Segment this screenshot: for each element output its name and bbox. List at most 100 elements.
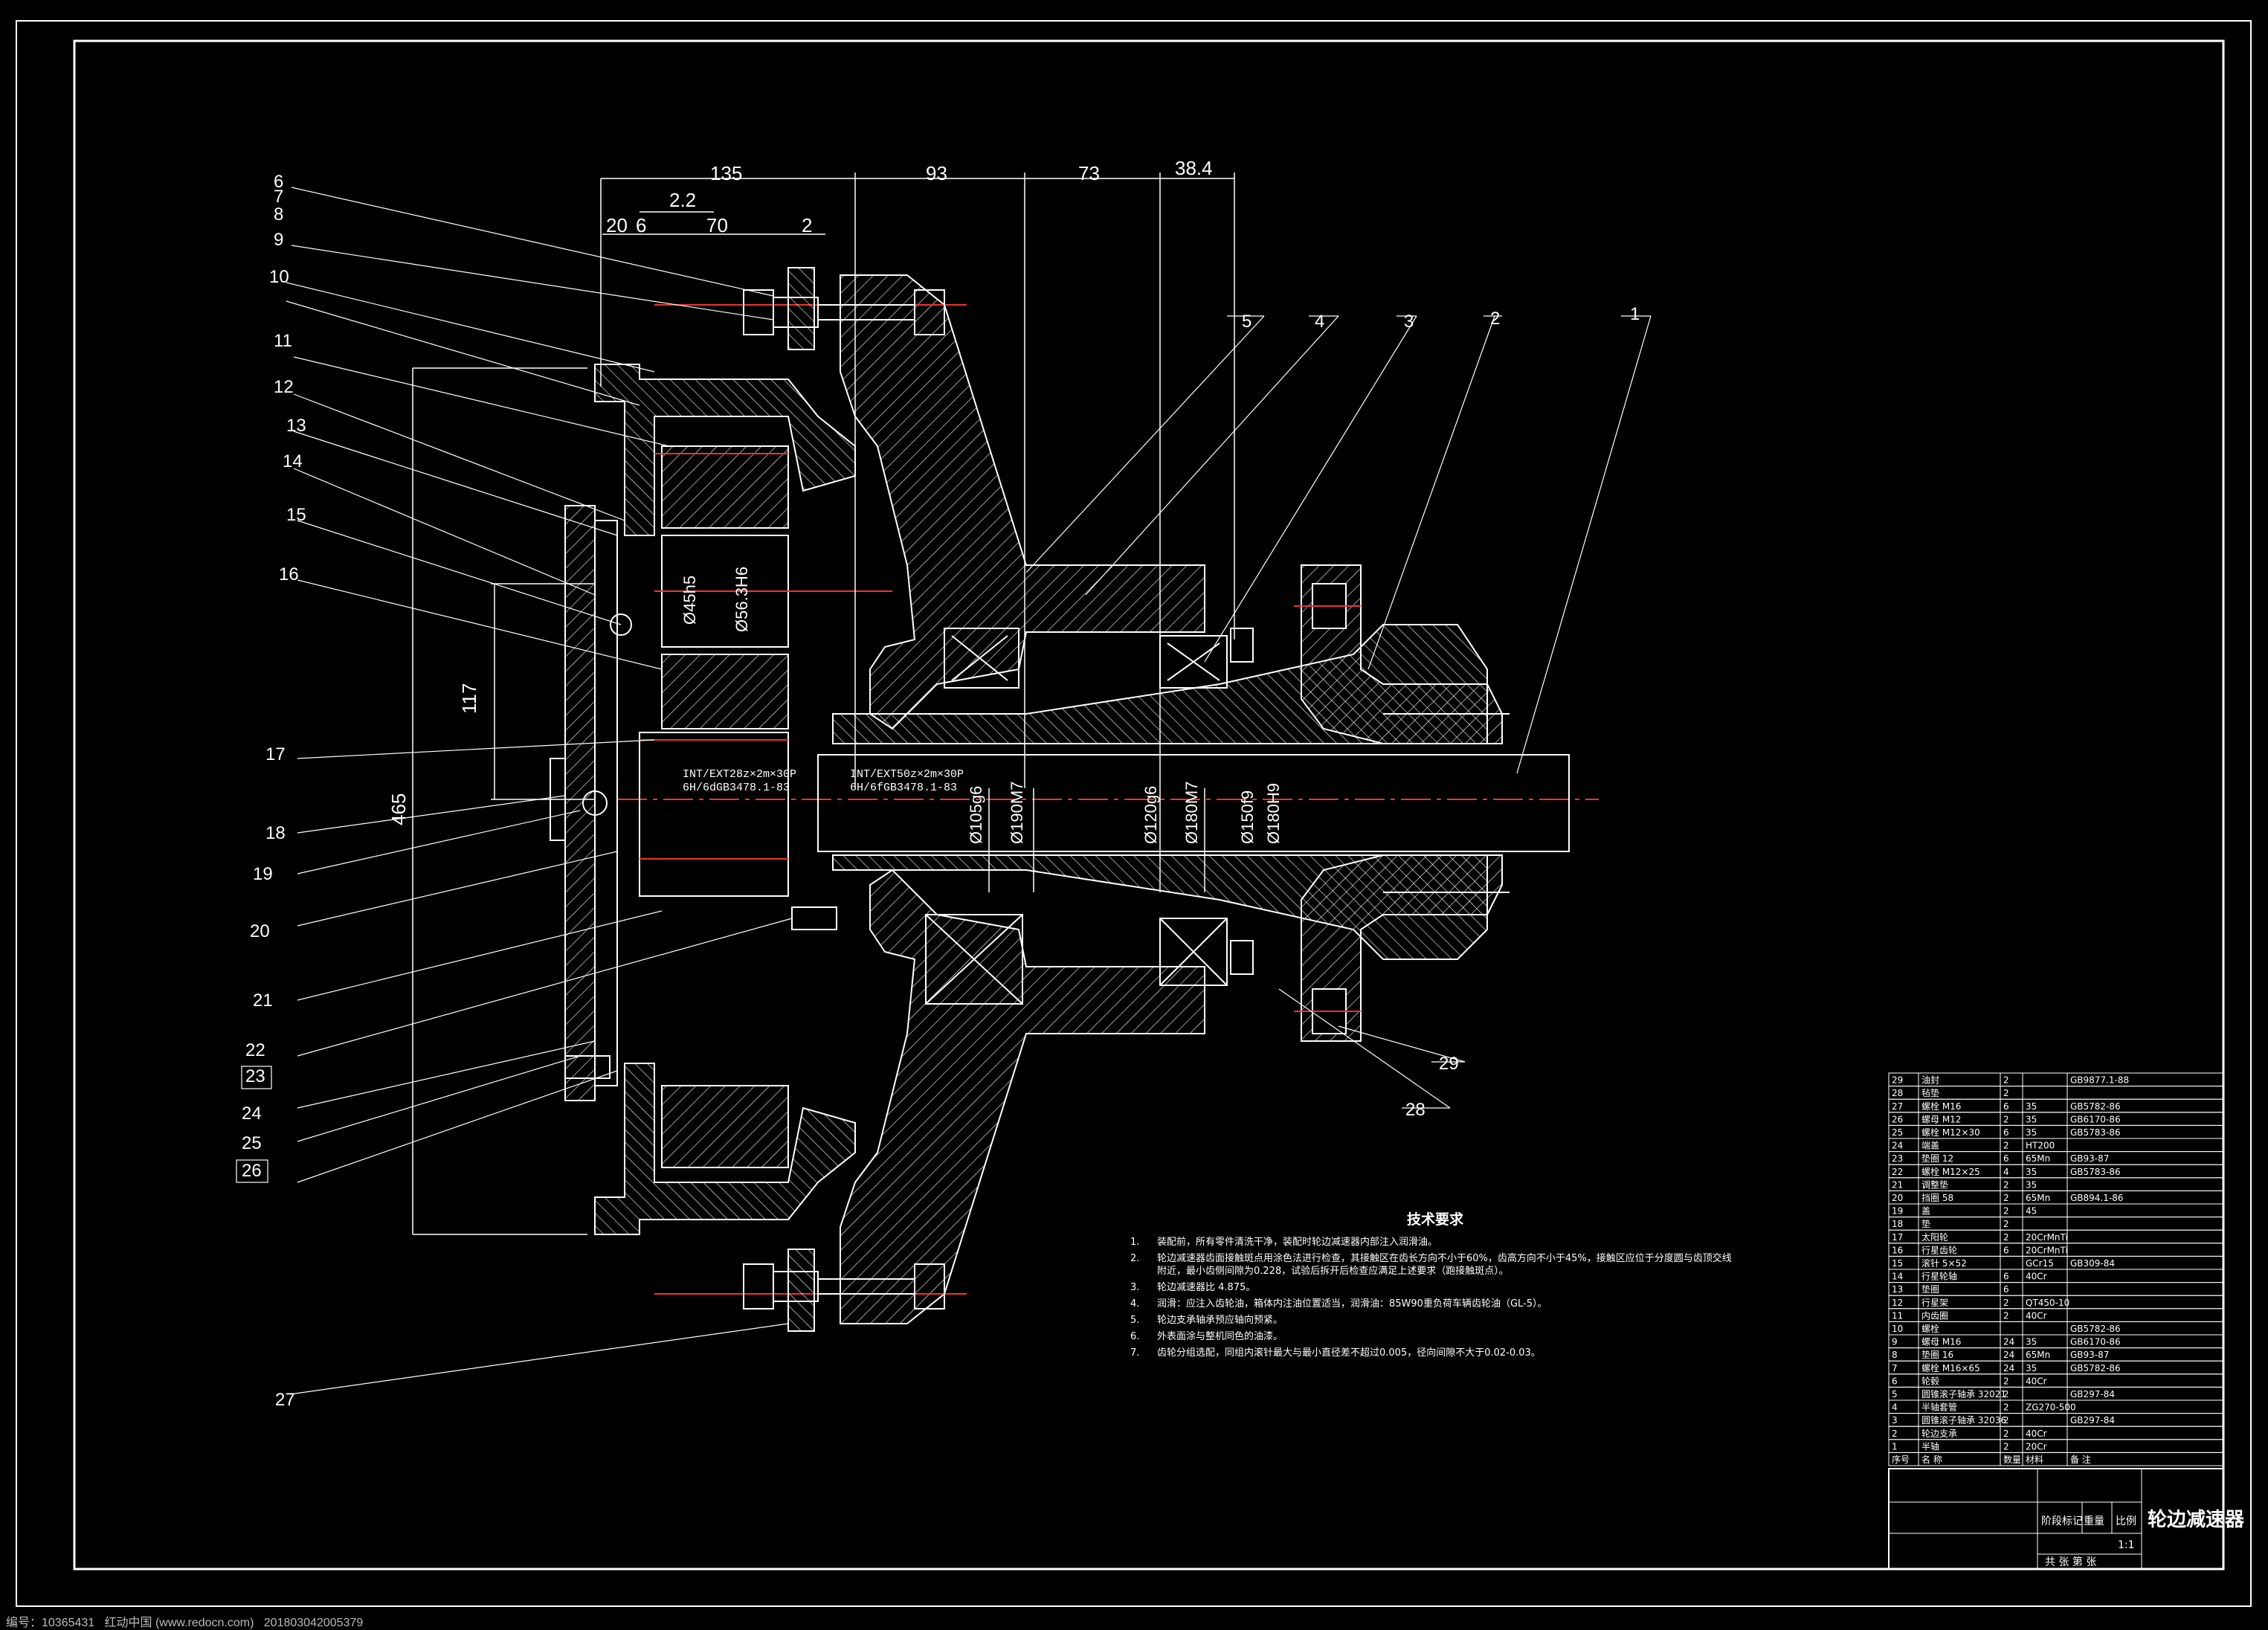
callout-29: 29 (1439, 1054, 1459, 1074)
bom-cell: 40Cr (2026, 1428, 2047, 1439)
bom-cell: 26 (1892, 1114, 1903, 1124)
bom-cell: 圆锥滚子轴承 32021 (1921, 1388, 2006, 1399)
sun-gear (639, 732, 789, 897)
bom-row (1888, 1217, 2224, 1231)
bom-cell: 65Mn (2026, 1193, 2050, 1203)
bom-cell: 16 (1892, 1245, 1903, 1255)
callout-16: 16 (279, 564, 299, 584)
bom-cell: 40Cr (2026, 1272, 2047, 1282)
bom-cell: 35 (2026, 1363, 2037, 1373)
callout-19: 19 (253, 864, 273, 884)
end-cover (564, 505, 596, 1101)
bom-cell: 垫圈 12 (1921, 1153, 1953, 1164)
callout-4: 4 (1315, 312, 1324, 332)
tech-item-no: 4. (1130, 1298, 1140, 1310)
callout-18: 18 (265, 823, 286, 843)
bom-cell: GB5783-86 (2070, 1127, 2121, 1138)
bom-cell: 10 (1892, 1324, 1903, 1334)
bom-cell: 2 (2003, 1298, 2009, 1308)
bom-cell: 17 (1892, 1232, 1903, 1243)
bom-cell: 19 (1892, 1206, 1903, 1217)
tech-item-text: 轮边减速器比 4.875。 (1157, 1282, 1256, 1293)
bom-cell: GB297-84 (2070, 1389, 2115, 1399)
dia-150f9: Ø150f9 (1238, 790, 1257, 844)
tech-item-text: 外表面涂与整机同色的油漆。 (1157, 1331, 1283, 1342)
bom-cell: 6 (2003, 1153, 2009, 1164)
bom-cell: 材料 (2026, 1455, 2043, 1465)
bom-cell: 40Cr (2026, 1310, 2047, 1321)
tech-item: 6. 外表面涂与整机同色的油漆。 (1130, 1330, 1740, 1343)
bom-cell: 盖 (1921, 1206, 1930, 1217)
planet-gear-lower (661, 1085, 789, 1168)
bom-cell: 毡垫 (1921, 1087, 1939, 1098)
callout-13: 13 (286, 416, 306, 436)
bom-cell: 名 称 (1921, 1454, 1942, 1465)
callout-14: 14 (283, 451, 303, 471)
bom-cell: GB93-87 (2070, 1153, 2109, 1164)
bearing-upper-right (1159, 635, 1228, 689)
bom-cell: 轮边支承 (1921, 1428, 1957, 1439)
spline-note-1a: INT/EXT28z×2m×30P (683, 768, 796, 781)
assembly-section (550, 267, 1599, 1332)
bom-cell: 21 (1892, 1179, 1903, 1190)
dia-56-3H6: Ø56.3H6 (732, 567, 751, 632)
sheet-count: 共 张 第 张 (2045, 1556, 2096, 1568)
callout-23: 23 (245, 1066, 265, 1086)
bom-cell: 35 (2026, 1101, 2037, 1112)
bom-cell: 1 (1892, 1441, 1898, 1452)
bom-cell: 14 (1892, 1272, 1903, 1282)
bom-cell: 13 (1892, 1284, 1903, 1295)
tech-item: 3. 轮边减速器比 4.875。 (1130, 1281, 1740, 1294)
callout-17: 17 (265, 744, 286, 764)
bom-cell: 11 (1892, 1310, 1903, 1321)
bom-cell: 2 (2003, 1141, 2009, 1151)
tech-item-text: 轮边支承轴承预应轴向预紧。 (1157, 1315, 1283, 1326)
bom-cell: 行星轮轴 (1921, 1271, 1957, 1282)
bom-cell: GB5782-86 (2070, 1363, 2121, 1373)
bom-cell: 2 (2003, 1088, 2009, 1098)
dim-20: 20 (606, 214, 628, 236)
bom-cell: 65Mn (2026, 1350, 2050, 1360)
tech-item: 4. 润滑：应注入齿轮油，箱体内注油位置适当，润滑油：85W90重负荷车辆齿轮油（… (1130, 1298, 1740, 1310)
bom-cell: 20Cr (2026, 1441, 2047, 1452)
dim-38-4: 38.4 (1175, 157, 1213, 179)
bom-cell: 2 (1892, 1428, 1898, 1439)
tech-item-no: 1. (1130, 1237, 1140, 1248)
callout-5: 5 (1242, 312, 1251, 332)
bom-cell: 12 (1892, 1298, 1903, 1308)
bom-cell: 24 (2003, 1337, 2014, 1347)
bom-cell: 2 (2003, 1232, 2009, 1243)
engineering-drawing: 135 93 73 38.4 2.2 20 6 70 2 117 465 Ø45… (16, 20, 2252, 1607)
dim-6: 6 (636, 214, 646, 236)
dia-180H9: Ø180H9 (1264, 783, 1283, 844)
bom-cell: 调整垫 (1921, 1179, 1948, 1190)
scale-label: 比例 (2116, 1515, 2136, 1527)
callout-21: 21 (253, 990, 273, 1011)
tech-items: 1. 装配前，所有零件清洗干净，装配时轮边减速器内部注入润滑油。 2. 轮边减速器齿面… (1130, 1236, 1740, 1359)
bom-cell: GB309-84 (2070, 1258, 2115, 1269)
weight-label: 重量 (2084, 1515, 2104, 1527)
bom-cell: 螺母 M12 (1921, 1114, 1961, 1124)
bom-cell: 28 (1892, 1088, 1903, 1098)
bom-cell: 太阳轮 (1921, 1231, 1948, 1243)
bom-cell: 螺栓 (1921, 1323, 1939, 1334)
bom-cell: 垫圈 (1921, 1283, 1939, 1295)
bill-of-materials: 29 油封 2 GB9877.1-8828 毡垫 227 螺栓 M16 6 35 GB5782-8… (1888, 1072, 2224, 1466)
bom-cell: 7 (1892, 1363, 1898, 1373)
bom-cell: 6 (2003, 1245, 2009, 1255)
scale-value: 1:1 (2118, 1539, 2135, 1551)
bom-cell: 2 (2003, 1402, 2009, 1413)
dim-2-2: 2.2 (669, 189, 696, 211)
bom-cell: 65Mn (2026, 1153, 2050, 1164)
dim-2: 2 (802, 214, 812, 236)
tech-item-text: 润滑：应注入齿轮油，箱体内注油位置适当，润滑油：85W90重负荷车辆齿轮油（GL… (1157, 1298, 1547, 1310)
bom-cell: 24 (2003, 1350, 2014, 1360)
bom-cell: GB5783-86 (2070, 1167, 2121, 1177)
bom-cell: 6 (2003, 1101, 2009, 1112)
dia-105g6: Ø105g6 (967, 786, 985, 844)
tech-title: 技术要求 (1406, 1211, 1463, 1228)
bom-cell: 2 (2003, 1310, 2009, 1321)
bom-cell: 螺栓 M16 (1921, 1101, 1961, 1112)
tech-item-no: 2. (1130, 1253, 1140, 1264)
callout-7: 7 (274, 187, 283, 207)
